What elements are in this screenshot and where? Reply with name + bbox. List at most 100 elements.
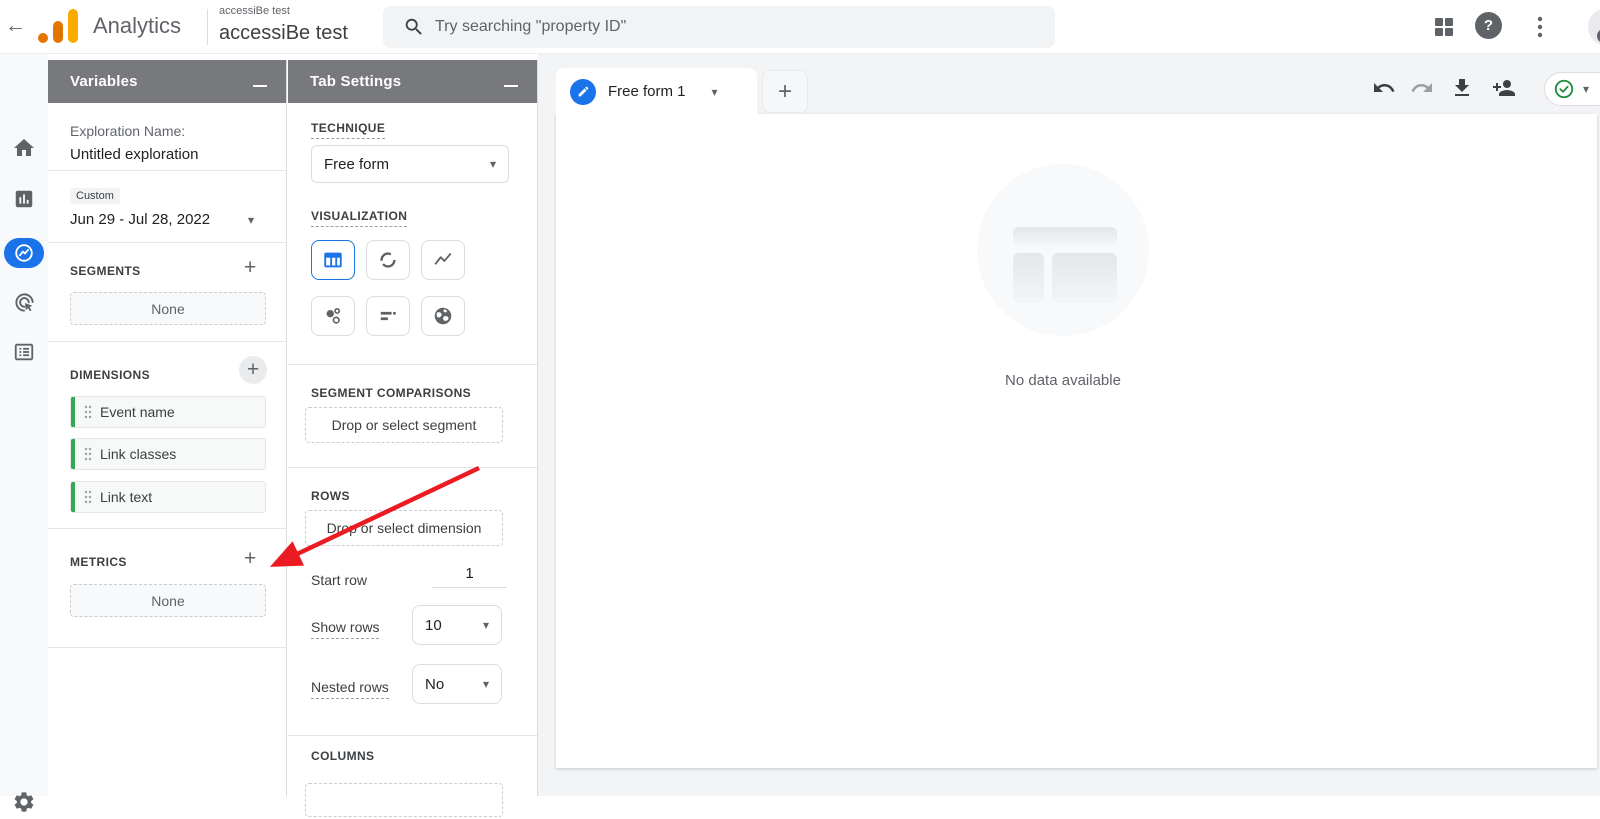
sidebar-item-reports[interactable] — [0, 182, 48, 216]
globe-icon — [432, 305, 454, 327]
property-name: accessiBe test — [219, 22, 348, 45]
search-input[interactable] — [435, 6, 1035, 48]
dimension-chip[interactable]: Event name — [70, 396, 266, 428]
divider — [207, 9, 208, 45]
divider — [48, 242, 286, 243]
segment-comparisons-label: SEGMENT COMPARISONS — [311, 386, 471, 400]
logo-dot — [38, 33, 48, 43]
tab-settings-panel: Tab Settings TECHNIQUE Free form ▾ VISUA… — [288, 60, 538, 796]
tab-free-form-1[interactable]: Free form 1 ▾ — [556, 68, 757, 115]
dimension-chip-label: Event name — [100, 404, 175, 420]
gear-icon — [12, 790, 36, 814]
chip-accent — [71, 439, 75, 469]
sidebar-item-advertising[interactable] — [0, 285, 48, 319]
viz-geo-button[interactable] — [421, 296, 465, 336]
segment-drop-zone[interactable]: Drop or select segment — [305, 407, 503, 443]
exploration-name-value[interactable]: Untitled exploration — [70, 146, 198, 163]
viz-line-button[interactable] — [421, 240, 465, 280]
chip-accent — [71, 397, 75, 427]
product-name: Analytics — [93, 13, 181, 39]
divider — [48, 341, 286, 342]
drag-handle-icon — [84, 405, 92, 419]
dimension-chip[interactable]: Link text — [70, 481, 266, 513]
divider — [48, 170, 286, 171]
empty-state-graphic — [977, 164, 1149, 336]
technique-select[interactable]: Free form ▾ — [311, 145, 509, 183]
drag-handle-icon — [84, 490, 92, 504]
redo-icon[interactable] — [1410, 76, 1434, 100]
help-icon[interactable]: ? — [1475, 12, 1502, 39]
date-badge: Custom — [70, 188, 120, 204]
logo-bar-mid — [53, 21, 63, 43]
pencil-icon — [570, 79, 596, 105]
viz-table-button[interactable] — [311, 240, 355, 280]
show-rows-select[interactable]: 10 ▾ — [412, 605, 502, 645]
viz-scatter-button[interactable] — [311, 296, 355, 336]
chevron-down-icon: ▾ — [1583, 82, 1589, 96]
tab-label: Free form 1 — [608, 83, 686, 100]
panel-title: Variables — [70, 73, 138, 90]
technique-label: TECHNIQUE — [311, 121, 385, 139]
sidebar-item-admin[interactable] — [0, 785, 48, 819]
date-range-value: Jun 29 - Jul 28, 2022 — [70, 211, 210, 228]
divider — [288, 735, 537, 736]
tab-settings-panel-header: Tab Settings — [288, 60, 537, 103]
divider — [288, 467, 537, 468]
segments-empty-box[interactable]: None — [70, 292, 266, 325]
minimize-icon[interactable] — [253, 74, 268, 89]
search-icon — [403, 16, 425, 38]
add-tab-button[interactable]: + — [762, 70, 808, 113]
start-row-input[interactable] — [432, 560, 507, 588]
line-chart-icon — [432, 249, 454, 271]
share-user-icon[interactable] — [1492, 76, 1516, 100]
download-icon[interactable] — [1450, 76, 1474, 100]
visualization-label: VISUALIZATION — [311, 209, 407, 227]
rows-drop-zone[interactable]: Drop or select dimension — [305, 510, 503, 546]
empty-state-text: No data available — [937, 372, 1189, 389]
chevron-down-icon[interactable]: ▾ — [712, 85, 718, 99]
bar-chart-icon — [13, 188, 35, 210]
check-circle-icon — [1553, 78, 1575, 100]
nested-rows-value: No — [425, 676, 444, 693]
back-arrow-icon[interactable]: ← — [5, 14, 26, 38]
chevron-down-icon: ▾ — [248, 213, 254, 227]
dimensions-label: DIMENSIONS — [70, 368, 150, 382]
chevron-down-icon: ▾ — [490, 157, 496, 171]
start-row-label: Start row — [311, 572, 367, 588]
placeholder-bar — [1013, 227, 1117, 245]
viz-donut-button[interactable] — [366, 240, 410, 280]
kebab-menu-icon[interactable] — [1528, 14, 1552, 40]
advertising-icon — [13, 291, 36, 314]
metrics-label: METRICS — [70, 555, 127, 569]
scatter-chart-icon — [322, 305, 344, 327]
divider — [48, 528, 286, 529]
add-metric-button[interactable]: + — [244, 549, 256, 569]
add-dimension-button[interactable]: + — [239, 356, 267, 384]
columns-label: COLUMNS — [311, 749, 374, 763]
library-icon — [13, 341, 35, 363]
app-header: ← Analytics accessiBe test accessiBe tes… — [0, 0, 1600, 54]
columns-drop-zone[interactable] — [305, 783, 503, 817]
placeholder-block — [1013, 253, 1044, 303]
explore-active-pill — [4, 238, 44, 268]
nested-rows-select[interactable]: No ▾ — [412, 664, 502, 704]
apps-grid-icon[interactable] — [1432, 15, 1456, 39]
avatar[interactable] — [1588, 8, 1600, 46]
viz-bar-button[interactable] — [366, 296, 410, 336]
undo-icon[interactable] — [1372, 76, 1396, 100]
bar-chart-horizontal-icon — [377, 305, 399, 327]
add-segment-button[interactable]: + — [244, 258, 256, 278]
sidebar-item-explore[interactable] — [0, 236, 48, 270]
sidebar-item-home[interactable] — [0, 131, 48, 165]
sidebar-item-library[interactable] — [0, 335, 48, 369]
minimize-icon[interactable] — [504, 74, 519, 89]
show-rows-label: Show rows — [311, 619, 379, 639]
metrics-empty-box[interactable]: None — [70, 584, 266, 617]
placeholder-block — [1052, 253, 1117, 303]
status-dropdown[interactable]: ▾ — [1544, 72, 1600, 106]
variables-panel: Variables Exploration Name: Untitled exp… — [48, 60, 287, 796]
dimension-chip[interactable]: Link classes — [70, 438, 266, 470]
show-rows-value: 10 — [425, 617, 442, 634]
search-bar[interactable] — [383, 6, 1055, 48]
exploration-canvas: No data available — [556, 114, 1597, 768]
